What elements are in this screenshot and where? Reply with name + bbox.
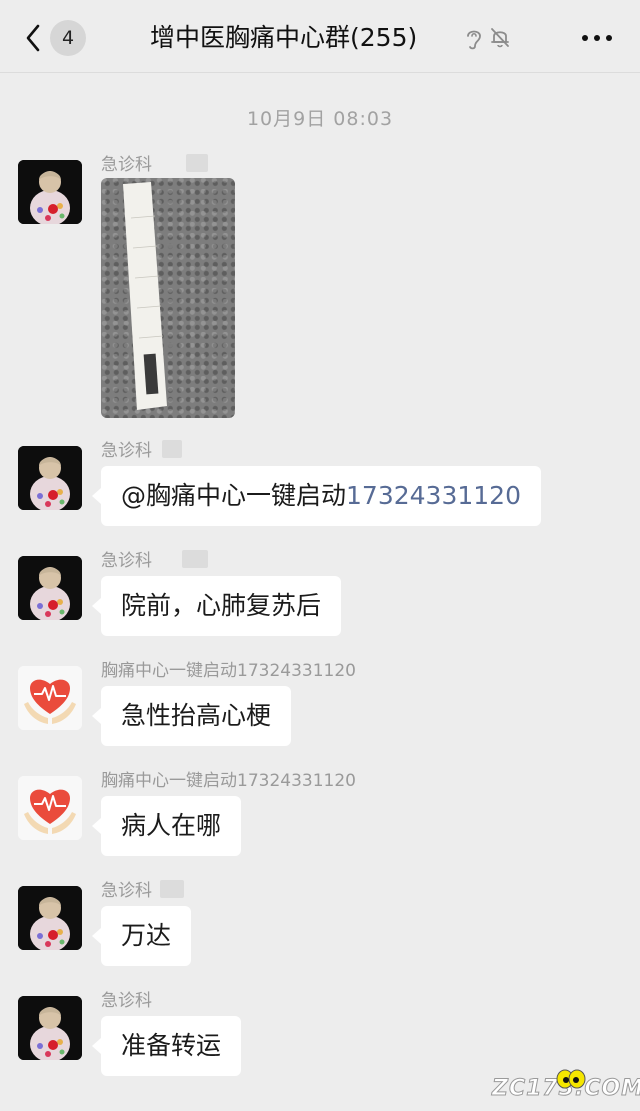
message-timestamp: 10月9日 08:03 [246,108,394,130]
blurred-region [160,880,184,898]
text-message-bubble[interactable]: 病人在哪 [91,796,242,856]
text-message-bubble[interactable]: 急性抬高心梗 [91,686,292,746]
chevron-left-icon [26,24,40,52]
text-message-bubble[interactable]: 院前，心肺复苏后 [91,576,342,636]
blurred-region [162,440,182,458]
phone-link[interactable]: 17324331120 [346,481,521,510]
avatar[interactable] [18,556,82,620]
more-dots-icon [606,35,612,41]
more-dots-icon [594,35,600,41]
text-message-bubble[interactable]: 万达 [91,906,192,966]
avatar-portrait-icon [18,446,82,510]
bell-muted-icon [488,25,512,49]
more-dots-icon [582,35,588,41]
blurred-region [182,550,208,568]
chat-header: 4 增中医胸痛中心群(255) [0,0,640,73]
more-button[interactable] [580,28,614,48]
image-message[interactable] [101,178,235,418]
sender-name: 急诊科 [101,991,152,1011]
avatar[interactable] [18,776,82,840]
heart-hands-icon [18,776,82,840]
text-message-bubble[interactable]: 准备转运 [91,1016,242,1076]
avatar-portrait-icon [18,556,82,620]
avatar[interactable] [18,666,82,730]
sender-name: 胸痛中心一键启动17324331120 [101,661,356,681]
sender-name: 急诊科 [101,881,152,901]
blurred-region [186,154,208,172]
sender-name: 胸痛中心一键启动17324331120 [101,771,356,791]
avatar-portrait-icon [18,996,82,1060]
avatar-portrait-icon [18,160,82,224]
sender-name: 急诊科 [101,155,152,175]
watermark-logo: ZC173.COM [491,1068,640,1102]
chat-title: 增中医胸痛中心群(255) [150,23,418,52]
back-button[interactable] [22,22,46,54]
avatar[interactable] [18,996,82,1060]
avatar-portrait-icon [18,886,82,950]
text-message-bubble[interactable]: @胸痛中心一键启动17324331120 [92,466,541,526]
sender-name: 急诊科 [101,441,152,461]
unread-count-badge[interactable]: 4 [50,20,86,56]
avatar[interactable] [18,160,82,224]
ear-icon [464,26,484,50]
avatar[interactable] [18,446,82,510]
sender-name: 急诊科 [101,551,152,571]
ecg-paper-image [123,182,167,410]
watermark-eyes-icon [556,1069,586,1089]
avatar[interactable] [18,886,82,950]
mention-text[interactable]: @胸痛中心一键启动 [121,481,346,510]
heart-hands-icon [18,666,82,730]
